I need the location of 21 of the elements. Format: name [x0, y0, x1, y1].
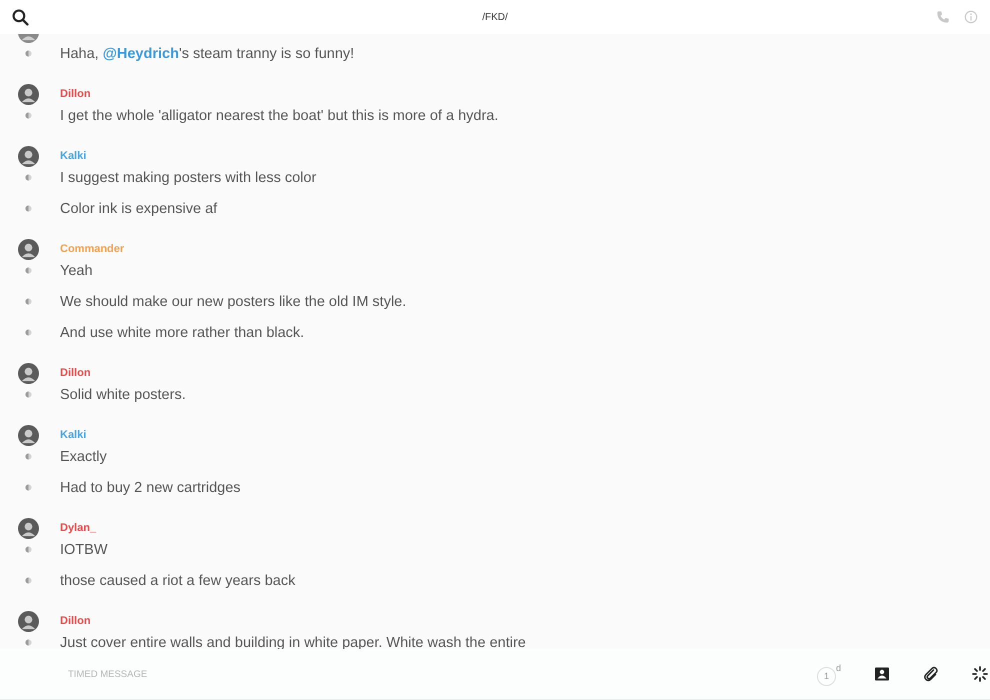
author-name[interactable]: Dillon: [60, 367, 91, 379]
message-text: those caused a riot a few years back: [60, 572, 296, 588]
author-name[interactable]: Kalki: [60, 150, 86, 162]
message-text: Haha, @Heydrich's steam tranny is so funny!: [60, 46, 354, 62]
message-input[interactable]: TIMED MESSAGE: [60, 664, 376, 684]
message-text: Exactly: [60, 448, 107, 464]
channel-title: /FKD/: [482, 12, 508, 22]
message-text: And use white more rather than black.: [60, 324, 304, 340]
message-text: I get the whole 'alligator nearest the boat' but this is more of a hydra.: [60, 108, 498, 124]
message-text: Color ink is expensive af: [60, 200, 218, 216]
message-text: IOTBW: [60, 542, 108, 558]
author-name[interactable]: Kalki: [60, 429, 86, 441]
message-text: I suggest making posters with less color: [60, 170, 316, 186]
message-text: Yeah: [60, 262, 93, 278]
author-name[interactable]: Dylan_: [60, 522, 96, 534]
message-text: Had to buy 2 new cartridges: [60, 480, 241, 496]
author-name[interactable]: Commander: [60, 243, 124, 255]
message-text: We should make our new posters like the old IM style.: [60, 294, 406, 310]
author-name[interactable]: Dillon: [60, 88, 91, 100]
message-text: Solid white posters.: [60, 386, 186, 402]
author-name[interactable]: Dillon: [60, 615, 91, 627]
